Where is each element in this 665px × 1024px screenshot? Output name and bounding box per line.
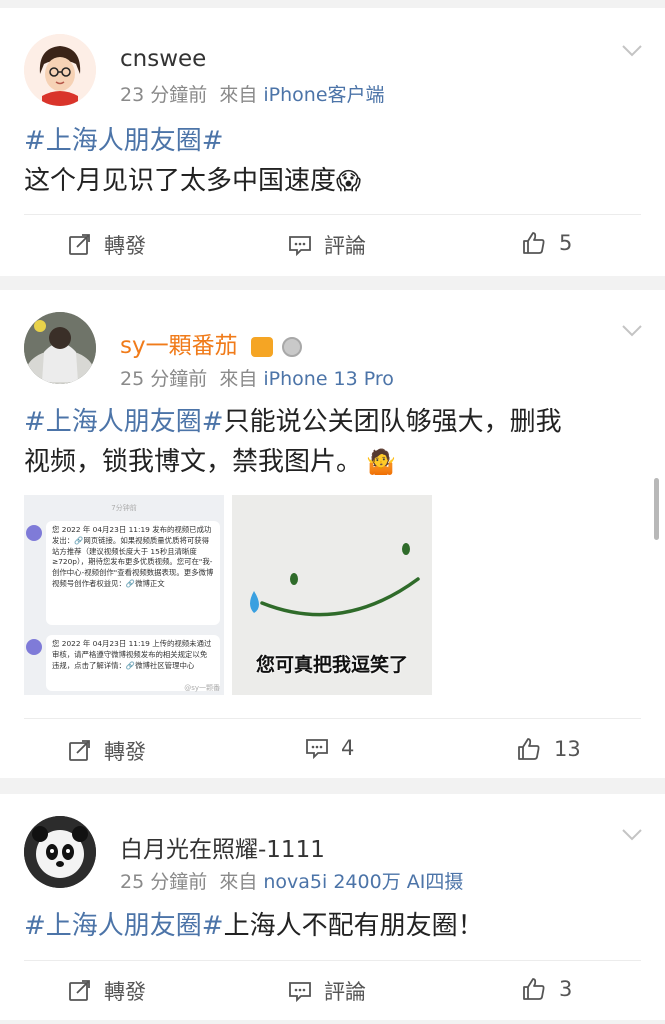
comment-count: 4 (341, 736, 355, 760)
comment-button[interactable]: 評論 (288, 976, 366, 1006)
comment-button[interactable]: 4 (305, 736, 354, 760)
post-source[interactable]: iPhone客户端 (263, 84, 384, 106)
from-label: 來自 (219, 871, 258, 893)
notification-icon (26, 639, 42, 655)
hashtag-link[interactable]: #上海人朋友圈# (24, 911, 224, 941)
post-card: 白月光在照耀-1111 25 分鐘前 來自 nova5i 2400万 AI四摄 … (0, 794, 665, 1020)
image-watermark: @sy一颗番 (184, 684, 220, 692)
post-text: #上海人朋友圈#只能说公关团队够强大，删我 视频，锁我博文，禁我图片。 🤷 (24, 407, 562, 477)
avatar-photo-icon (24, 312, 96, 384)
repost-icon (69, 980, 90, 1001)
notification-icon (26, 525, 42, 541)
repost-icon (69, 234, 90, 255)
like-count: 5 (559, 231, 573, 255)
post-card: cnswee 23 分鐘前 來自 iPhone客户端 #上海人朋友圈# 这个月见… (0, 8, 665, 276)
post-text: #上海人朋友圈# 这个月见识了太多中国速度😱 (24, 126, 362, 196)
like-button[interactable]: 5 (521, 230, 572, 256)
username[interactable]: cnswee (120, 46, 206, 72)
post-source[interactable]: nova5i 2400万 AI四摄 (263, 871, 463, 893)
medal-badge-icon (282, 336, 303, 357)
repost-button[interactable]: 轉發 (68, 230, 146, 260)
scrollbar[interactable] (654, 478, 659, 540)
thumbs-up-icon (523, 978, 545, 1000)
post-time: 25 分鐘前 (120, 871, 208, 893)
post-card: sy一顆番茄 25 分鐘前 來自 iPhone 13 Pro #上海人朋友圈#只… (0, 290, 665, 778)
hashtag-link[interactable]: #上海人朋友圈# (24, 407, 224, 437)
post-text: #上海人朋友圈#上海人不配有朋友圈！ (24, 911, 484, 941)
emoji-icon: 🤷 (366, 448, 396, 476)
comment-icon (306, 739, 328, 760)
divider (24, 214, 641, 215)
like-count: 13 (554, 737, 581, 761)
username[interactable]: sy一顆番茄 (120, 326, 303, 360)
repost-icon (69, 740, 90, 761)
thumbs-up-icon (523, 232, 545, 254)
chevron-down-icon[interactable] (621, 324, 643, 338)
thumbs-up-icon (518, 738, 540, 760)
hashtag-link[interactable]: #上海人朋友圈# (24, 126, 224, 156)
chevron-down-icon[interactable] (621, 44, 643, 58)
like-button[interactable]: 13 (516, 736, 581, 762)
image-time: 7分钟前 (111, 504, 137, 512)
avatar-cartoon-icon (24, 34, 96, 106)
like-button[interactable]: 3 (521, 976, 572, 1002)
post-time: 25 分鐘前 (120, 368, 208, 390)
post-meta: 23 分鐘前 來自 iPhone客户端 (120, 80, 385, 107)
emoji-icon: 😱 (336, 167, 362, 195)
meme-caption: 您可真把我逗笑了 (255, 654, 408, 676)
from-label: 來自 (219, 84, 258, 106)
post-image[interactable]: 您可真把我逗笑了 (232, 495, 432, 695)
post-image[interactable]: 7分钟前 您 2022 年 04月23日 11:19 发布的视频已成功发出：🔗网… (24, 495, 224, 695)
comment-button[interactable]: 評論 (288, 230, 366, 260)
avatar[interactable] (24, 34, 96, 106)
avatar[interactable] (24, 816, 96, 888)
avatar[interactable] (24, 312, 96, 384)
post-time: 23 分鐘前 (120, 84, 208, 106)
divider (24, 718, 641, 719)
post-source[interactable]: iPhone 13 Pro (263, 368, 394, 390)
post-meta: 25 分鐘前 來自 nova5i 2400万 AI四摄 (120, 867, 463, 894)
repost-button[interactable]: 轉發 (68, 976, 146, 1006)
username[interactable]: 白月光在照耀-1111 (120, 830, 325, 864)
comment-icon (289, 982, 311, 1003)
repost-button[interactable]: 轉發 (68, 736, 146, 766)
from-label: 來自 (219, 368, 258, 390)
comment-icon (289, 236, 311, 257)
post-meta: 25 分鐘前 來自 iPhone 13 Pro (120, 364, 394, 391)
vip-crown-icon (250, 336, 273, 357)
divider (24, 960, 641, 961)
chevron-down-icon[interactable] (621, 828, 643, 842)
like-count: 3 (559, 977, 573, 1001)
panda-avatar-icon (24, 816, 96, 888)
notification-message: 您 2022 年 04月23日 11:19 发布的视频已成功发出：🔗网页链接。如… (46, 521, 220, 625)
